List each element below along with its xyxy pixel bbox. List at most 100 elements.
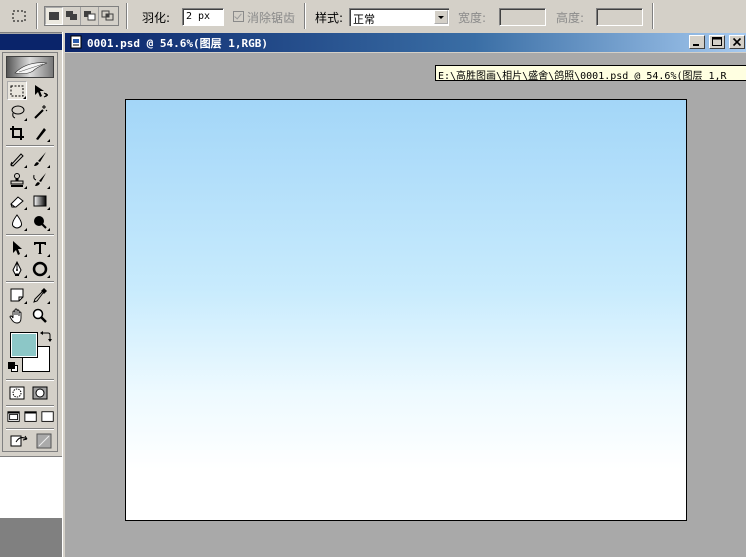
separator [304, 3, 306, 29]
antialias-checkbox[interactable] [233, 11, 244, 22]
healing-brush-icon [10, 152, 24, 167]
tool-move[interactable] [30, 81, 50, 100]
lasso-icon [11, 105, 25, 118]
tool-pen[interactable] [7, 259, 27, 278]
style-select[interactable]: 正常 [349, 8, 449, 26]
magic-wand-icon [34, 104, 48, 119]
psd-file-icon [70, 35, 82, 49]
tool-slice[interactable] [30, 123, 50, 142]
gradient-icon [33, 195, 47, 206]
tool-flyout-icon [47, 301, 50, 304]
tool-dodge[interactable] [30, 212, 50, 231]
tool-history-brush[interactable] [30, 170, 50, 189]
separator [6, 234, 54, 236]
minimize-icon [693, 44, 699, 46]
tool-flyout-icon [47, 139, 50, 142]
close-icon [732, 37, 742, 47]
tool-flyout-icon [24, 228, 27, 231]
separator [652, 3, 654, 29]
tool-ellipse-shape[interactable] [30, 259, 50, 278]
adobe-logo[interactable] [6, 56, 54, 78]
workspace-gutter [0, 518, 62, 557]
tool-preset-picker[interactable] [8, 6, 30, 26]
hand-icon [9, 308, 22, 323]
tool-notes[interactable] [7, 285, 27, 304]
maximize-icon [712, 37, 722, 46]
standard-screen-mode-button[interactable] [6, 408, 22, 426]
tool-zoom[interactable] [30, 306, 50, 325]
full-screen-menu-mode-button[interactable] [23, 408, 39, 426]
intersect-selection-button[interactable] [99, 7, 117, 25]
separator [126, 3, 128, 29]
color-picker [6, 328, 54, 376]
swap-colors-icon[interactable] [40, 330, 52, 342]
notes-icon [10, 288, 24, 301]
close-button[interactable] [729, 35, 745, 49]
tool-flyout-icon [24, 254, 27, 257]
file-path-tooltip: E:\高胜图画\相片\盛舍\鸽照\0001.psd @ 54.6%(图层 1,R [435, 65, 746, 81]
tool-magic-wand[interactable] [30, 102, 50, 121]
tool-flyout-icon [23, 96, 26, 99]
width-input[interactable] [499, 8, 546, 26]
jump-to-imageready-button[interactable] [7, 431, 33, 450]
ellipse-shape-icon [32, 261, 48, 276]
imageready-button[interactable] [34, 431, 54, 450]
zoom-icon [32, 308, 47, 323]
standard-mode-button[interactable] [7, 383, 27, 402]
quick-mask-icon [32, 386, 48, 399]
tool-flyout-icon [24, 301, 27, 304]
full-screen-icon [41, 411, 54, 422]
tool-rect-marquee[interactable] [7, 81, 27, 100]
default-foreground-icon [8, 362, 15, 369]
tool-gradient[interactable] [30, 191, 50, 210]
tool-type[interactable] [30, 238, 50, 257]
full-screen-mode-button[interactable] [40, 408, 56, 426]
quick-mask-button[interactable] [30, 383, 50, 402]
separator [6, 379, 54, 381]
tool-healing-brush[interactable] [7, 149, 27, 168]
toolbox-titlebar[interactable] [0, 34, 62, 50]
antialias-label: 消除锯齿 [247, 11, 296, 25]
tool-path-select[interactable] [7, 238, 27, 257]
maximize-button[interactable] [709, 35, 725, 49]
tool-flyout-icon [47, 275, 50, 278]
eyedropper-icon [33, 287, 47, 303]
default-colors-button[interactable] [8, 362, 18, 372]
tool-flyout-icon [24, 165, 27, 168]
tool-hand[interactable] [7, 306, 27, 325]
image-canvas[interactable] [125, 99, 687, 521]
separator [6, 281, 54, 283]
width-label: 宽度: [458, 11, 487, 25]
document-titlebar[interactable]: 0001.psd @ 54.6%(图层 1,RGB) [65, 33, 746, 52]
standard-screen-icon [7, 411, 20, 422]
new-selection-button[interactable] [45, 7, 63, 25]
tool-brush[interactable] [30, 149, 50, 168]
full-screen-menu-icon [24, 411, 37, 422]
tool-blur[interactable] [7, 212, 27, 231]
intersect-selection-icon [101, 10, 114, 21]
separator [6, 405, 54, 407]
jump-to-icon [10, 435, 28, 446]
feather-logo-icon [14, 62, 48, 74]
history-brush-icon [33, 172, 46, 186]
clone-stamp-icon [10, 172, 24, 187]
tool-eyedropper[interactable] [30, 285, 50, 304]
style-label: 样式: [315, 11, 344, 25]
separator [6, 428, 54, 430]
options-bar: 羽化: 2 px 消除锯齿 样式: 正常 宽度: 高度: [0, 0, 746, 33]
foreground-color-swatch[interactable] [10, 332, 38, 358]
screen-mode-group [6, 408, 56, 426]
add-selection-button[interactable] [63, 7, 81, 25]
feather-input[interactable]: 2 px [182, 8, 224, 26]
minimize-button[interactable] [689, 35, 705, 49]
tool-eraser[interactable] [7, 191, 27, 210]
subtract-selection-button[interactable] [81, 7, 99, 25]
style-select-value: 正常 [353, 13, 375, 26]
brush-icon [34, 151, 46, 166]
tool-crop[interactable] [7, 123, 27, 142]
tool-lasso[interactable] [7, 102, 27, 121]
separator [36, 3, 38, 29]
type-icon [34, 241, 46, 254]
tool-clone-stamp[interactable] [7, 170, 27, 189]
height-input[interactable] [596, 8, 643, 26]
